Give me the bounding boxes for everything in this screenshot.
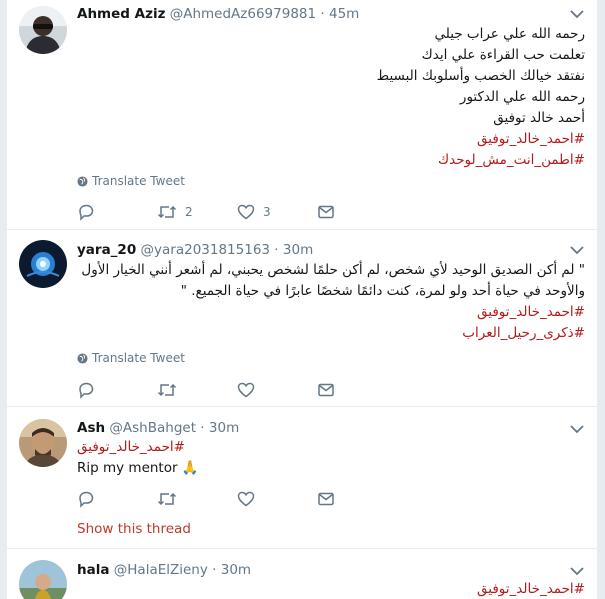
tweet-text: #احمد_خالد_توفيق <box>77 579 585 599</box>
retweet-button[interactable]: 2 <box>157 202 237 222</box>
retweet-icon <box>157 492 177 506</box>
avatar[interactable] <box>19 419 67 467</box>
reply-button[interactable] <box>77 202 157 222</box>
tweet-line: رحمه الله علي الدكتور <box>459 89 585 105</box>
tweet-paragraph: " لم أكن الصديق الوحيد لأي شخص، لم أكن ح… <box>81 262 585 299</box>
user-handle[interactable]: @HalaElZieny <box>114 562 208 578</box>
tweet-text: #احمد_خالد_توفيق Rip my mentor 🙏 <box>77 437 585 479</box>
separator-dot: · <box>200 420 205 436</box>
retweet-icon <box>157 205 177 219</box>
chevron-down-icon[interactable] <box>569 565 585 577</box>
hashtag-link[interactable]: #احمد_خالد_توفيق <box>77 437 585 458</box>
avatar[interactable] <box>19 560 67 599</box>
direct-message-button[interactable] <box>317 202 397 222</box>
tweet-header: hala @HalaElZieny · 30m <box>77 562 561 578</box>
avatar[interactable] <box>19 240 67 288</box>
display-name[interactable]: hala <box>77 562 109 578</box>
separator-dot: · <box>320 6 325 22</box>
tweet-actions: 2 3 <box>77 202 397 222</box>
chevron-down-icon[interactable] <box>569 423 585 435</box>
translate-tweet-link[interactable]: Translate Tweet <box>77 351 185 365</box>
tweet-paragraph: Rip my mentor 🙏 <box>77 460 199 476</box>
hashtag-link[interactable]: #ذكرى_رحيل_العراب <box>77 323 585 344</box>
tweet-text: رحمه الله علي عراب جيلي تعلمت حب القراءة… <box>77 24 585 171</box>
translate-tweet-link[interactable]: Translate Tweet <box>77 174 185 188</box>
chevron-down-icon[interactable] <box>569 8 585 20</box>
user-handle[interactable]: @yara2031815163 <box>141 242 270 258</box>
like-button[interactable] <box>237 489 317 509</box>
tweet[interactable]: Ash @AshBahget · 30m #احمد_خالد_توفيق Ri… <box>7 407 597 549</box>
timestamp[interactable]: 45m <box>329 6 359 22</box>
tweet-line: رحمه الله علي عراب جيلي <box>434 26 585 42</box>
like-button[interactable] <box>237 380 317 400</box>
reply-icon <box>79 382 94 399</box>
globe-icon <box>77 352 88 364</box>
separator-dot: · <box>274 242 279 258</box>
translate-label: Translate Tweet <box>92 174 185 188</box>
tweet[interactable]: Ahmed Aziz @AhmedAz66979881 · 45m رحمه ا… <box>7 0 597 230</box>
hashtag-link[interactable]: #احمد_خالد_توفيق <box>77 129 585 150</box>
reply-icon <box>79 204 94 221</box>
chevron-down-icon[interactable] <box>569 244 585 256</box>
retweet-button[interactable] <box>157 380 237 400</box>
tweet-line: تعلمت حب القراءة علي ايدك <box>421 47 585 63</box>
direct-message-button[interactable] <box>317 380 397 400</box>
message-icon <box>318 205 334 219</box>
display-name[interactable]: yara_20 <box>77 242 136 258</box>
tweet-line: نفتقد خيالك الخصب وأسلوبك البسيط <box>376 68 585 84</box>
tweet[interactable]: yara_20 @yara2031815163 · 30m " لم أكن ا… <box>7 230 597 407</box>
user-handle[interactable]: @AshBahget <box>109 420 196 436</box>
direct-message-button[interactable] <box>317 489 397 509</box>
user-handle[interactable]: @AhmedAz66979881 <box>170 6 316 22</box>
reply-button[interactable] <box>77 489 157 509</box>
tweet-actions <box>77 489 397 509</box>
message-icon <box>318 383 334 397</box>
avatar[interactable] <box>19 6 67 54</box>
tweet-header: yara_20 @yara2031815163 · 30m <box>77 242 561 258</box>
display-name[interactable]: Ahmed Aziz <box>77 6 165 22</box>
tweet-header: Ash @AshBahget · 30m <box>77 420 561 436</box>
separator-dot: · <box>212 562 217 578</box>
translate-label: Translate Tweet <box>92 351 185 365</box>
display-name[interactable]: Ash <box>77 420 105 436</box>
retweet-button[interactable] <box>157 489 237 509</box>
like-icon <box>237 204 255 220</box>
hashtag-link[interactable]: #احمد_خالد_توفيق <box>77 579 585 599</box>
tweet-text: " لم أكن الصديق الوحيد لأي شخص، لم أكن ح… <box>77 260 585 344</box>
tweet-actions <box>77 380 397 400</box>
like-icon <box>237 382 255 398</box>
hashtag-link[interactable]: #احمد_خالد_توفيق <box>77 302 585 323</box>
timestamp[interactable]: 30m <box>283 242 313 258</box>
hashtag-link[interactable]: #اطمن_انت_مش_لوحدك <box>77 150 585 171</box>
tweet-header: Ahmed Aziz @AhmedAz66979881 · 45m <box>77 6 561 22</box>
tweet-line: أحمد خالد توفيق <box>493 110 585 126</box>
reply-icon <box>79 491 94 508</box>
retweet-icon <box>157 383 177 397</box>
like-button[interactable]: 3 <box>237 202 317 222</box>
reply-button[interactable] <box>77 380 157 400</box>
tweet[interactable]: hala @HalaElZieny · 30m #احمد_خالد_توفيق <box>7 549 597 599</box>
timestamp[interactable]: 30m <box>209 420 239 436</box>
timeline: Ahmed Aziz @AhmedAz66979881 · 45m رحمه ا… <box>7 0 597 599</box>
message-icon <box>318 492 334 506</box>
globe-icon <box>77 175 88 187</box>
like-icon <box>237 491 255 507</box>
show-thread-link[interactable]: Show this thread <box>77 521 191 537</box>
timestamp[interactable]: 30m <box>221 562 251 578</box>
like-count: 3 <box>263 205 271 219</box>
retweet-count: 2 <box>185 205 193 219</box>
